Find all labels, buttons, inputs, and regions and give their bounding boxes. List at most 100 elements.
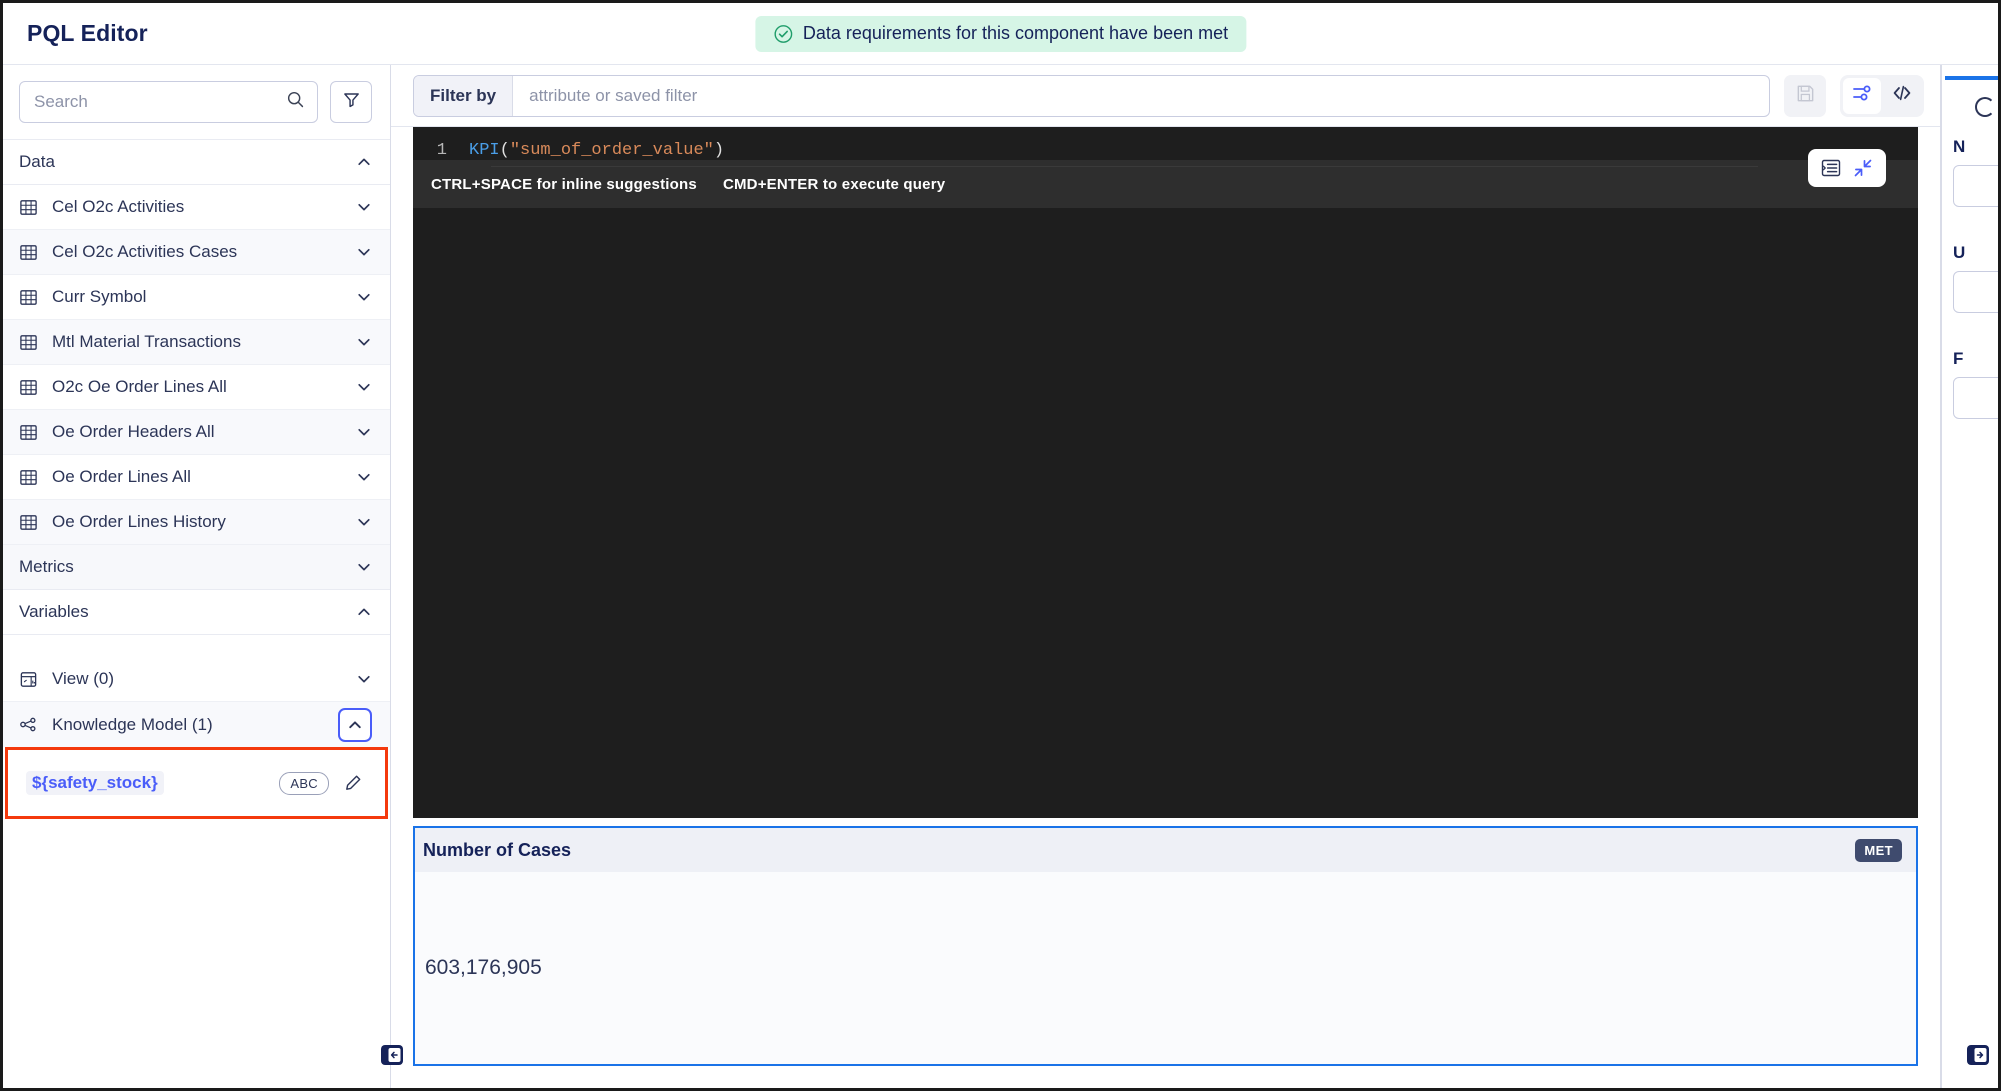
chevron-down-icon[interactable] [356,289,372,305]
table-icon [19,198,38,217]
code-token-open-paren: ( [499,141,510,160]
table-icon [19,333,38,352]
sidebar-group-data[interactable]: Data [3,140,390,185]
hint-execute-query: CMD+ENTER to execute query [722,175,946,193]
sidebar-group-label: Data [19,152,55,171]
main-body: Data Cel O2c Activities [3,65,1998,1088]
status-banner: Data requirements for this component hav… [754,15,1247,52]
sidebar-group-metrics[interactable]: Metrics [3,545,390,590]
sidebar-group-variables[interactable]: Variables [3,590,390,635]
table-label: Mtl Material Transactions [52,332,241,351]
table-label: Curr Symbol [52,287,147,306]
right-panel-field-3[interactable] [1953,377,1998,419]
sidebar-group-label: Variables [19,602,89,621]
chevron-down-icon[interactable] [356,334,372,350]
variable-type-badge: ABC [279,771,329,795]
knowledge-model-collapse-button[interactable] [338,707,372,742]
table-label: Oe Order Lines All [52,467,191,486]
table-icon [19,288,38,307]
funnel-icon [342,90,361,114]
collapse-left-panel-icon[interactable] [380,1044,404,1066]
chevron-up-icon [347,717,363,733]
chevron-down-icon[interactable] [356,469,372,485]
sidebar-filter-button[interactable] [330,81,372,123]
variable-name: ${safety_stock} [26,771,164,795]
format-code-icon[interactable] [1818,155,1844,181]
right-panel-field-label: N [1953,137,1966,156]
code-editor[interactable]: 1 KPI("sum_of_order_value") CTRL+SPACE f… [413,127,1918,818]
table-label: Cel O2c Activities [52,197,185,216]
variable-source-label: View (0) [52,669,115,688]
chevron-down-icon[interactable] [356,424,372,440]
table-row[interactable]: Oe Order Headers All [3,410,390,455]
sliders-icon [1851,82,1873,109]
result-value: 603,176,905 [425,956,542,979]
chevron-down-icon[interactable] [356,671,372,687]
editor-tools [1808,149,1886,187]
list-item[interactable]: ${safety_stock} ABC [8,771,385,795]
table-row[interactable]: Cel O2c Activities Cases [3,230,390,275]
table-row[interactable]: Cel O2c Activities [3,185,390,230]
table-row[interactable]: O2c Oe Order Lines All [3,365,390,410]
expand-right-panel-icon[interactable] [1966,1044,1990,1066]
code-view-button[interactable] [1883,78,1921,114]
table-row[interactable]: Oe Order Lines History [3,500,390,545]
active-line-underline [491,166,1758,167]
table-row[interactable]: Mtl Material Transactions [3,320,390,365]
line-number: 1 [436,141,447,160]
pencil-icon[interactable] [343,773,363,793]
right-panel-field-1[interactable] [1953,165,1998,207]
chevron-down-icon[interactable] [356,514,372,530]
collapse-arrows-icon[interactable] [1850,155,1876,181]
sidebar-group-label: Metrics [19,557,74,576]
code-token-string: "sum_of_order_value" [509,141,714,160]
table-label: Oe Order Headers All [52,422,215,441]
sliders-view-button[interactable] [1843,77,1881,114]
divider [1941,65,1942,1088]
code-line: 1 KPI("sum_of_order_value") [413,127,1918,160]
table-icon [19,513,38,532]
search-input[interactable] [34,92,286,112]
code-content[interactable]: KPI("sum_of_order_value") [469,141,724,160]
result-panel: Number of Cases MET 603,176,905 [413,826,1918,1066]
table-row[interactable]: Oe Order Lines All [3,455,390,500]
chevron-down-icon[interactable] [356,244,372,260]
code-token-close-paren: ) [713,141,725,160]
chevron-up-icon [356,154,372,170]
check-circle-icon [773,24,793,44]
table-row[interactable]: Curr Symbol [3,275,390,320]
table-label: Oe Order Lines History [52,512,226,531]
top-bar: PQL Editor Data requirements for this co… [3,3,1998,65]
search-box[interactable] [19,81,318,123]
variable-source-view[interactable]: View (0) [3,657,390,702]
chevron-down-icon[interactable] [356,199,372,215]
right-panel: N U F [1940,65,1998,1088]
view-variable-icon [19,670,38,689]
result-body: 603,176,905 [415,872,1916,1064]
sidebar-search-row [3,65,390,140]
table-label: Cel O2c Activities Cases [52,242,238,261]
knowledge-model-icon [19,715,38,734]
status-banner-text: Data requirements for this component hav… [802,23,1229,43]
chevron-down-icon [356,559,372,575]
hint-inline-suggestions: CTRL+SPACE for inline suggestions [431,175,697,193]
table-icon [19,378,38,397]
variable-source-knowledge-model[interactable]: Knowledge Model (1) [3,702,390,747]
filter-field[interactable]: Filter by [413,74,1770,117]
code-brackets-icon [1891,82,1913,109]
result-header: Number of Cases MET [415,828,1916,872]
result-title: Number of Cases [423,839,572,860]
search-icon [286,90,305,114]
editor-view-toggle [1840,74,1924,117]
sidebar-tree: Data Cel O2c Activities Cel O2c Activiti… [3,140,390,1088]
tree-spacer [3,635,390,657]
table-label: O2c Oe Order Lines All [52,377,227,396]
variable-list-highlight: ${safety_stock} ABC [5,747,388,819]
variable-source-label: Knowledge Model (1) [52,714,213,734]
filter-input[interactable] [513,85,1769,106]
chevron-down-icon[interactable] [356,379,372,395]
right-panel-field-2[interactable] [1953,271,1998,313]
editor-status-bar: CTRL+SPACE for inline suggestions CMD+EN… [413,160,1918,208]
save-button[interactable] [1784,74,1826,117]
center-panel: Filter by attribute or saved filter 1 KP… [391,65,1940,1088]
